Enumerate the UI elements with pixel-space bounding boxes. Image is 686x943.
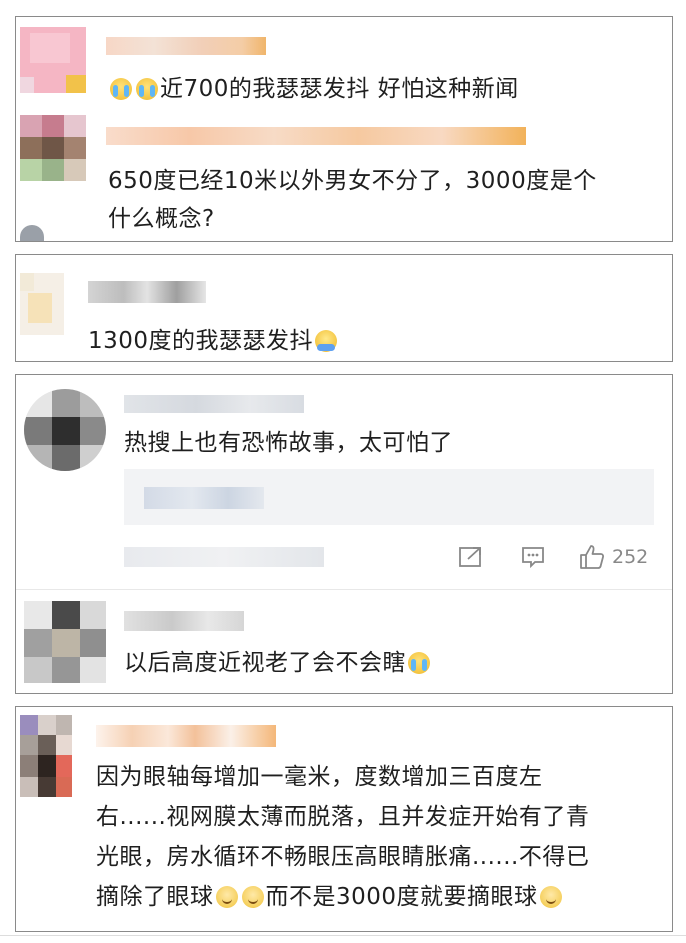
- thumbs-up-icon: [580, 545, 605, 569]
- divider: [16, 589, 672, 590]
- like-count: 252: [612, 546, 649, 568]
- comment-text-line-2: 什么概念?: [108, 206, 215, 232]
- avatar[interactable]: [20, 273, 64, 335]
- comment-text-line-4: 摘除了眼球 而不是3000度就要摘眼球: [96, 879, 564, 915]
- comment-card-2: 1300度的我瑟瑟发抖: [15, 254, 673, 362]
- like-button[interactable]: 252: [578, 543, 648, 571]
- comment-text-line-3: 光眼，房水循环不畅眼压高眼睛胀痛......不得已: [96, 844, 590, 870]
- blurred-username: [106, 37, 266, 55]
- comment-text-line-1: 因为眼轴每增加一毫米，度数增加三百度左: [96, 764, 543, 790]
- blurred-username: [124, 395, 304, 413]
- comment-icon: [522, 547, 544, 569]
- sweat-emoji-icon: [315, 330, 338, 352]
- share-icon: [459, 547, 481, 567]
- thinking-emoji-icon: [241, 886, 264, 908]
- blurred-timestamp: [124, 547, 324, 567]
- blurred-username: [88, 281, 206, 303]
- blurred-reply-text: [144, 487, 264, 509]
- thinking-emoji-icon: [539, 886, 562, 908]
- avatar[interactable]: [24, 389, 106, 471]
- comment-card-3: 热搜上也有恐怖故事，太可怕了 252 以后高度近视老了会不会瞎: [15, 374, 673, 694]
- avatar[interactable]: [24, 601, 106, 683]
- comment-button[interactable]: [520, 545, 546, 569]
- comment-text-line-1: 650度已经10米以外男女不分了，3000度是个: [108, 168, 597, 194]
- crying-emoji-icon: [136, 78, 158, 100]
- thinking-emoji-icon: [215, 886, 238, 908]
- crying-emoji-icon: [110, 78, 132, 100]
- avatar[interactable]: [20, 715, 72, 797]
- avatar[interactable]: [20, 115, 86, 181]
- comment-text: 热搜上也有恐怖故事，太可怕了: [124, 430, 453, 456]
- comment-text-line-2: 右......视网膜太薄而脱落，且并发症开始有了青: [96, 804, 590, 830]
- comment-text: 以后高度近视老了会不会瞎: [124, 645, 432, 681]
- comment-card-4: 因为眼轴每增加一毫米，度数增加三百度左 右......视网膜太薄而脱落，且并发症…: [15, 706, 673, 932]
- blurred-username: [124, 611, 244, 631]
- share-button[interactable]: [458, 545, 484, 569]
- avatar[interactable]: [20, 27, 86, 93]
- comment-card-1: 近700的我瑟瑟发抖 好怕这种新闻 650度已经10米以外男女不分了，3000度…: [15, 16, 673, 242]
- blurred-username: [106, 127, 526, 145]
- comment-text: 1300度的我瑟瑟发抖: [88, 323, 339, 359]
- comment-text: 近700的我瑟瑟发抖 好怕这种新闻: [108, 71, 519, 107]
- bottom-divider: [0, 935, 686, 936]
- partial-avatar: [20, 225, 44, 241]
- blurred-username: [96, 725, 276, 747]
- crying-emoji-icon: [408, 652, 430, 674]
